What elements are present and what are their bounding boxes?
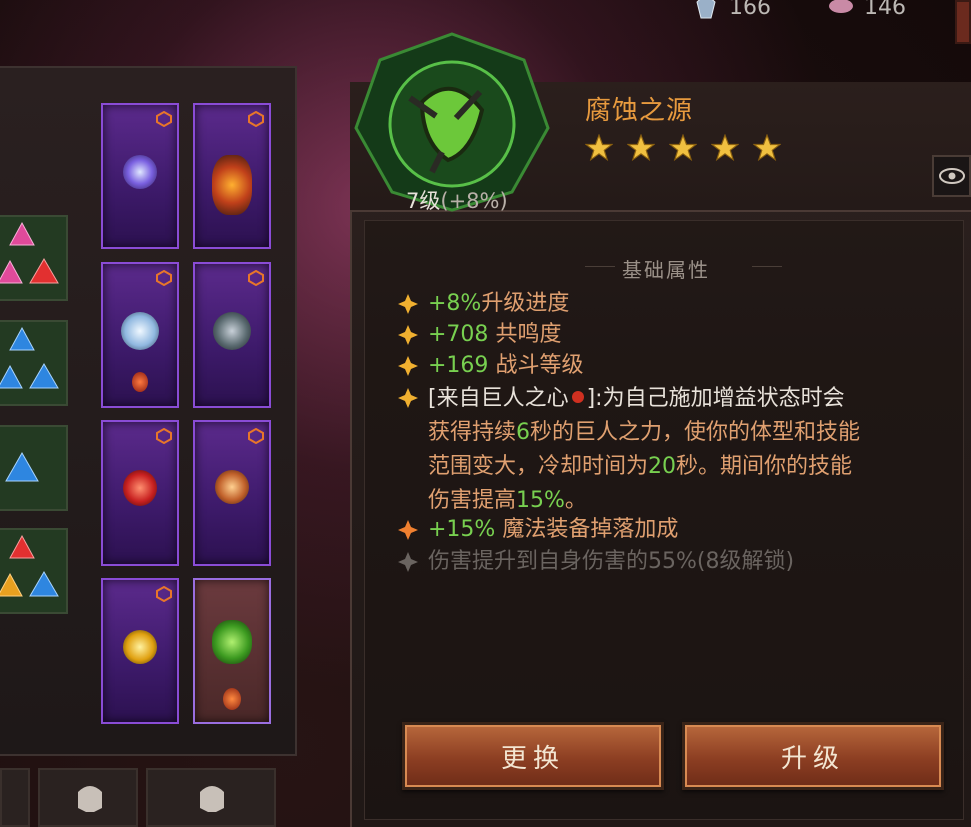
platinum-resource: 146: [828, 0, 906, 20]
gold-gem-icon: [123, 630, 157, 664]
gem-orb-icon: [123, 155, 157, 189]
effect-text: 秒的巨人之力，使你的体型和技能: [530, 420, 861, 445]
helmet-icon: [200, 786, 224, 812]
socket-gem-icon: [132, 372, 148, 392]
effect-text: 伤害提高: [428, 488, 517, 513]
platinum-count: 146: [864, 0, 906, 20]
attribute-row: +8%升级进度: [398, 288, 569, 320]
attribute-label: 升级进度: [481, 291, 570, 316]
bottom-tab-edge[interactable]: [0, 768, 30, 827]
heart-gem-icon: [571, 391, 584, 403]
equipment-slot-8-selected[interactable]: [193, 578, 271, 724]
star-icon: [711, 134, 739, 162]
attribute-label: 共鸣度: [495, 322, 562, 347]
section-title: 基础属性: [622, 258, 710, 282]
attribute-value: +708: [428, 322, 489, 347]
rank-badge-icon: [156, 111, 172, 127]
gem-socket-3[interactable]: [0, 425, 68, 511]
level-text: 7级: [406, 189, 441, 213]
effect-text: 范围变大，冷却时间为: [428, 454, 649, 479]
star-icon: [627, 134, 655, 162]
effect-text: 。: [564, 488, 587, 513]
bottom-tab-2[interactable]: [146, 768, 276, 827]
upgrade-button[interactable]: 升级: [682, 722, 944, 790]
effect-number: 20: [648, 454, 677, 479]
crystal-icon: [696, 0, 716, 19]
sparkle-icon: [398, 294, 418, 314]
sparkle-icon: [398, 552, 418, 572]
effect-number: 6: [516, 420, 531, 445]
equipment-slot-2[interactable]: [193, 103, 271, 249]
close-button[interactable]: [955, 0, 971, 44]
socket-gem-icon: [223, 688, 241, 710]
ember-gem-icon: [215, 470, 249, 504]
star-icon: [753, 134, 781, 162]
equipment-slot-7[interactable]: [101, 578, 179, 724]
equipment-slot-3[interactable]: [101, 262, 179, 408]
rank-badge-icon: [156, 586, 172, 602]
attribute-value: +15%: [428, 517, 496, 542]
attribute-label: 魔法装备掉落加成: [502, 517, 679, 542]
helmet-icon: [78, 786, 102, 812]
sparkle-icon: [398, 356, 418, 376]
gem-cluster-icon: [0, 326, 59, 389]
equipment-slot-4[interactable]: [193, 262, 271, 408]
rank-badge-icon: [248, 270, 264, 286]
effect-text: 秒。期间你的技能: [676, 454, 853, 479]
frost-gem-icon: [121, 312, 159, 350]
effect-number: 15%: [516, 488, 565, 513]
corruption-gem-icon: [212, 620, 252, 664]
crystal-count: 166: [729, 0, 771, 20]
rank-badge-icon: [156, 270, 172, 286]
attribute-row: +169 战斗等级: [398, 350, 583, 382]
replace-button[interactable]: 更换: [402, 722, 664, 790]
sparkle-icon: [398, 388, 418, 408]
gem-cluster-icon: [0, 534, 59, 597]
upgrade-label: 升级: [780, 743, 845, 774]
crystal-resource: 166: [693, 0, 771, 20]
platinum-icon: [829, 0, 853, 13]
effect-text: 获得持续: [428, 420, 517, 445]
gem-socket-2[interactable]: [0, 320, 68, 406]
effect-description: [来自巨人之心 ]:为自己施加增益状态时会 获得持续6秒的巨人之力，使你的体型和技…: [428, 382, 938, 518]
attribute-label: 战斗等级: [495, 353, 584, 378]
star-icon: [669, 134, 697, 162]
gem-icon: [5, 451, 39, 482]
attribute-value: +8%: [428, 291, 482, 316]
locked-attribute-row: 伤害提升到自身伤害的55%(8级解锁): [398, 546, 794, 578]
eye-icon: [938, 168, 965, 184]
preview-button[interactable]: [932, 155, 971, 197]
equipment-slot-1[interactable]: [101, 103, 179, 249]
divider-left: [585, 266, 615, 267]
locked-attribute-text: 伤害提升到自身伤害的55%(8级解锁): [428, 549, 795, 574]
star-icon: [585, 134, 613, 162]
replace-label: 更换: [500, 743, 565, 774]
attribute-row: +708 共鸣度: [398, 319, 561, 351]
sparkle-icon: [398, 520, 418, 540]
equipment-slot-6[interactable]: [193, 420, 271, 566]
sparkle-icon: [398, 325, 418, 345]
gem-cluster-icon: [0, 221, 59, 284]
equipment-slot-5[interactable]: [101, 420, 179, 566]
effect-text: ]:为自己施加增益状态时会: [586, 386, 845, 411]
attribute-value: +169: [428, 353, 489, 378]
item-name: 腐蚀之源: [585, 96, 694, 126]
fire-gem-icon: [212, 155, 252, 215]
rank-badge-icon: [156, 428, 172, 444]
star-rating: [585, 134, 781, 162]
bottom-tab-1[interactable]: [38, 768, 138, 827]
silver-gem-icon: [213, 312, 251, 350]
divider-right: [752, 266, 782, 267]
attribute-row: +15% 魔法装备掉落加成: [398, 514, 678, 546]
item-level: 7级(+8%): [406, 185, 508, 215]
blood-gem-icon: [123, 470, 157, 506]
effect-source: [来自巨人之心: [428, 386, 569, 411]
attribute-row: [398, 382, 418, 408]
rank-badge-icon: [248, 111, 264, 127]
level-progress: (+8%): [440, 189, 508, 213]
gem-socket-1[interactable]: [0, 215, 68, 301]
gem-socket-4[interactable]: [0, 528, 68, 614]
rank-badge-icon: [248, 428, 264, 444]
